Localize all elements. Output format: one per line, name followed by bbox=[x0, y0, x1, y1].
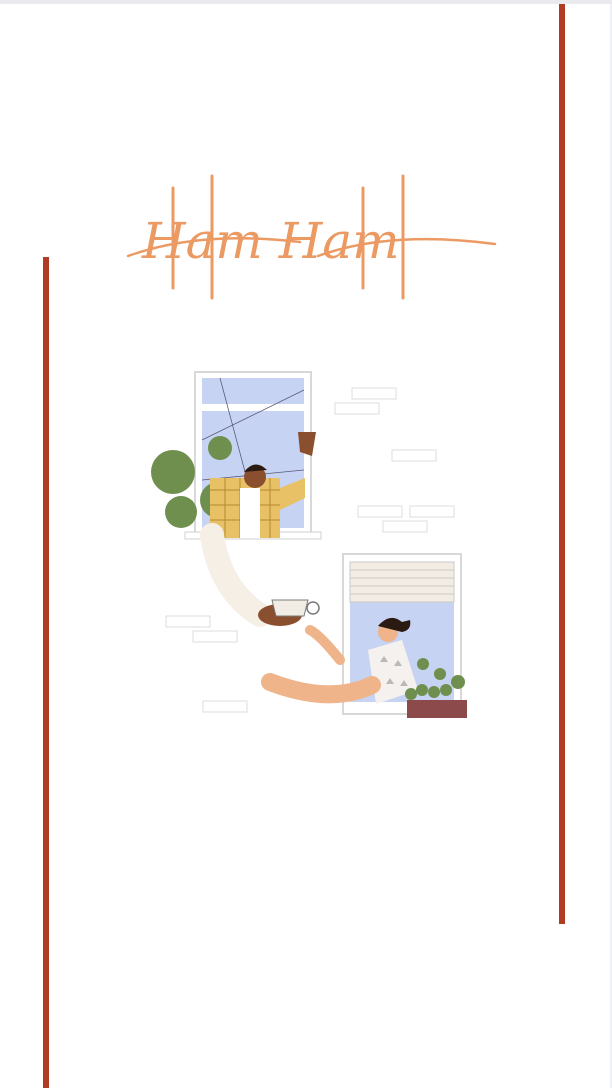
neighbors-sharing-coffee-illustration bbox=[140, 360, 480, 730]
title-script-graphic: Ham Ham bbox=[126, 174, 497, 300]
top-status-strip bbox=[0, 0, 612, 4]
decorative-line-right bbox=[559, 4, 565, 924]
title-text: Ham Ham bbox=[141, 212, 400, 270]
decorative-line-left bbox=[43, 257, 49, 1088]
page-title: Ham Ham bbox=[120, 170, 510, 310]
